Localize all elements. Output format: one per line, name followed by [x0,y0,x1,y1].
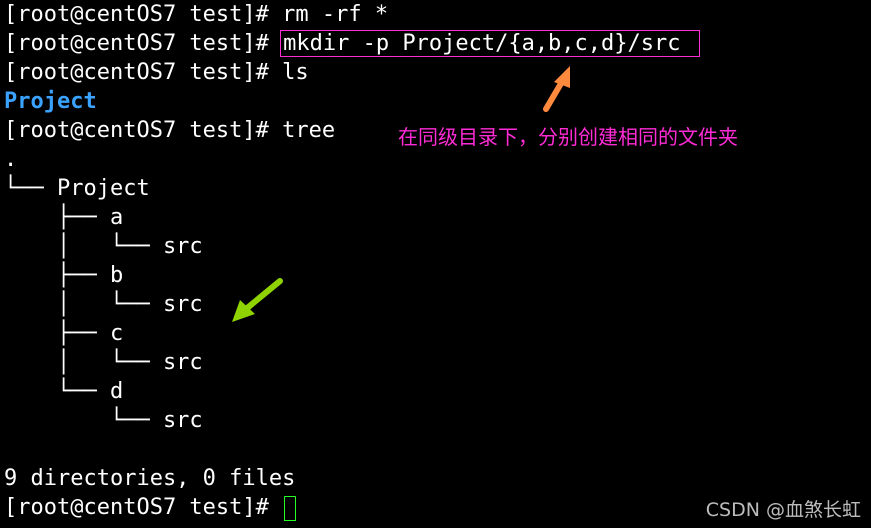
highlighted-command-box: mkdir -p Project/{a,b,c,d}/src [280,30,700,57]
tree-root: . [4,147,18,172]
prompt: [root@centOS7 test]# [4,60,269,85]
terminal-input-line[interactable]: [root@centOS7 test]# [4,493,297,522]
tree-line: ├── a [4,205,124,230]
command-text [269,495,282,520]
annotation-note: 在同级目录下，分别创建相同的文件夹 [398,125,738,149]
watermark: CSDN @血煞长虹 [705,499,861,521]
terminal-window[interactable]: [root@centOS7 test]# rm -rf * [root@cent… [0,0,871,528]
tree-line: └── src [4,408,203,433]
command-text: rm -rf * [268,2,389,27]
tree-line: │ └── src [4,292,203,317]
tree-summary: 9 directories, 0 files [4,466,296,491]
terminal-line-3: [root@centOS7 test]# ls [4,58,309,87]
tree-line: └── d [4,379,124,404]
prompt: [root@centOS7 test]# [4,31,269,56]
command-text: ls [268,60,309,85]
tree-line: │ └── src [4,234,203,259]
tree-line: ├── c [4,321,124,346]
command-text: mkdir -p Project/{a,b,c,d}/src [283,31,681,56]
tree-line: └── Project [4,176,150,201]
terminal-line-1: [root@centOS7 test]# rm -rf * [4,0,388,29]
terminal-line-5: [root@centOS7 test]# tree [4,116,335,145]
terminal-cursor[interactable] [284,495,297,521]
tree-line: ├── b [4,263,124,288]
ls-output-directory: Project [4,89,97,114]
green-arrow-icon [232,278,283,322]
prompt: [root@centOS7 test]# [4,118,269,143]
terminal-line-2: [root@centOS7 test]# mkdir -p Project/{a… [4,29,700,58]
tree-line: │ └── src [4,350,203,375]
prompt: [root@centOS7 test]# [4,495,269,520]
command-text: tree [268,118,336,143]
orange-arrow-icon [543,66,570,112]
prompt: [root@centOS7 test]# [4,2,269,27]
